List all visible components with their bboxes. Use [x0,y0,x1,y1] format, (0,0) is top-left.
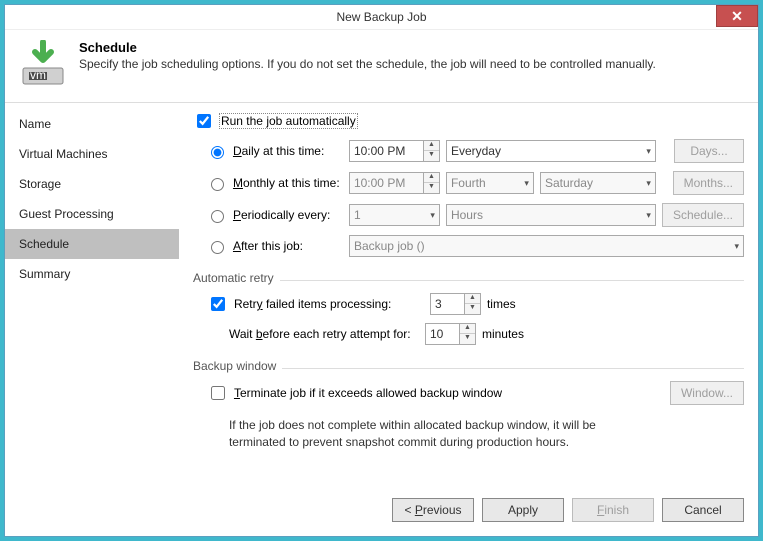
wait-minutes-input[interactable] [425,323,460,345]
window-title: New Backup Job [336,10,426,24]
sidebar-item-virtual-machines[interactable]: Virtual Machines [5,139,179,169]
page-subtitle: Specify the job scheduling options. If y… [79,57,656,71]
retry-count-spinner[interactable]: ▲▼ [465,293,481,315]
body: Name Virtual Machines Storage Guest Proc… [5,102,758,488]
monthly-label: Monthly at this time: [233,176,343,190]
wait-label: Wait before each retry attempt for: [229,327,419,341]
periodic-value-select: 1 [349,204,440,226]
schedule-icon: vm [19,40,67,88]
automatic-retry-group: Automatic retry [193,271,274,285]
after-job-label: After this job: [233,239,343,253]
periodic-unit-select: Hours [446,204,656,226]
apply-button[interactable]: Apply [482,498,564,522]
daily-frequency-select[interactable]: Everyday [446,140,656,162]
svg-text:vm: vm [30,68,46,82]
retry-count-input[interactable] [430,293,465,315]
footer: < Previous Apply Finish Cancel [5,488,758,536]
backup-window-hint: If the job does not complete within allo… [229,417,649,451]
minutes-label: minutes [482,327,524,341]
daily-radio[interactable] [211,146,224,159]
schedule-button: Schedule... [662,203,744,227]
periodically-radio[interactable] [211,210,224,223]
sidebar-item-name[interactable]: Name [5,109,179,139]
terminate-checkbox[interactable] [211,386,225,400]
window-button: Window... [670,381,744,405]
header: vm Schedule Specify the job scheduling o… [5,30,758,102]
after-job-select: Backup job () [349,235,744,257]
monthly-day-select: Saturday [540,172,656,194]
monthly-time-spinner: ▲▼ [424,172,440,194]
daily-time-input[interactable] [349,140,424,162]
periodically-label: Periodically every: [233,208,343,222]
sidebar-item-schedule[interactable]: Schedule [5,229,179,259]
sidebar-item-summary[interactable]: Summary [5,259,179,289]
months-button: Months... [673,171,744,195]
wizard-window: New Backup Job ✕ vm Schedule Specify the… [4,4,759,537]
sidebar-item-storage[interactable]: Storage [5,169,179,199]
finish-button: Finish [572,498,654,522]
previous-button[interactable]: < Previous [392,498,474,522]
daily-label: Daily at this time: [233,144,343,158]
days-button: Days... [674,139,744,163]
retry-label: Retry failed items processing: [234,297,424,311]
after-job-radio[interactable] [211,241,224,254]
retry-checkbox[interactable] [211,297,225,311]
times-label: times [487,297,516,311]
backup-window-group: Backup window [193,359,276,373]
terminate-label: Terminate job if it exceeds allowed back… [234,386,502,400]
sidebar-item-guest-processing[interactable]: Guest Processing [5,199,179,229]
run-automatically-checkbox[interactable] [197,114,211,128]
sidebar: Name Virtual Machines Storage Guest Proc… [5,103,179,488]
monthly-radio[interactable] [211,178,224,191]
close-button[interactable]: ✕ [716,5,758,27]
daily-time-spinner[interactable]: ▲▼ [424,140,440,162]
wait-minutes-spinner[interactable]: ▲▼ [460,323,476,345]
cancel-button[interactable]: Cancel [662,498,744,522]
page-title: Schedule [79,40,656,55]
monthly-ordinal-select: Fourth [446,172,534,194]
run-automatically-label: Run the job automatically [220,114,357,128]
content: Run the job automatically Daily at this … [179,103,758,488]
titlebar: New Backup Job ✕ [5,5,758,30]
monthly-time-input [349,172,424,194]
